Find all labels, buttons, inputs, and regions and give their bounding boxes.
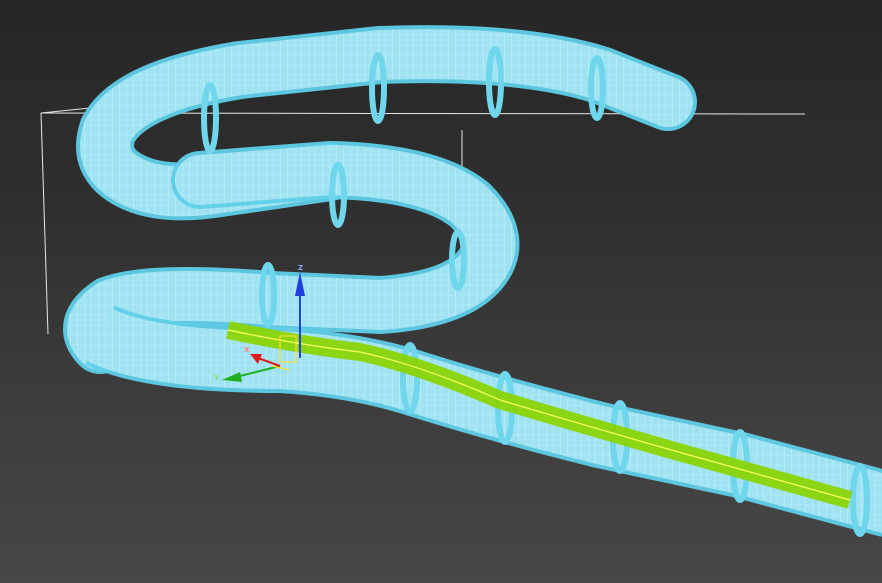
viewport-scene[interactable]: Z Y X (0, 0, 882, 583)
axis-z-label: Z (298, 264, 303, 272)
axis-x-label: X (244, 346, 250, 354)
selected-path-strip[interactable] (226, 321, 853, 509)
3d-viewport[interactable]: Z Y X (0, 0, 882, 583)
axis-y-label: Y (213, 374, 220, 382)
